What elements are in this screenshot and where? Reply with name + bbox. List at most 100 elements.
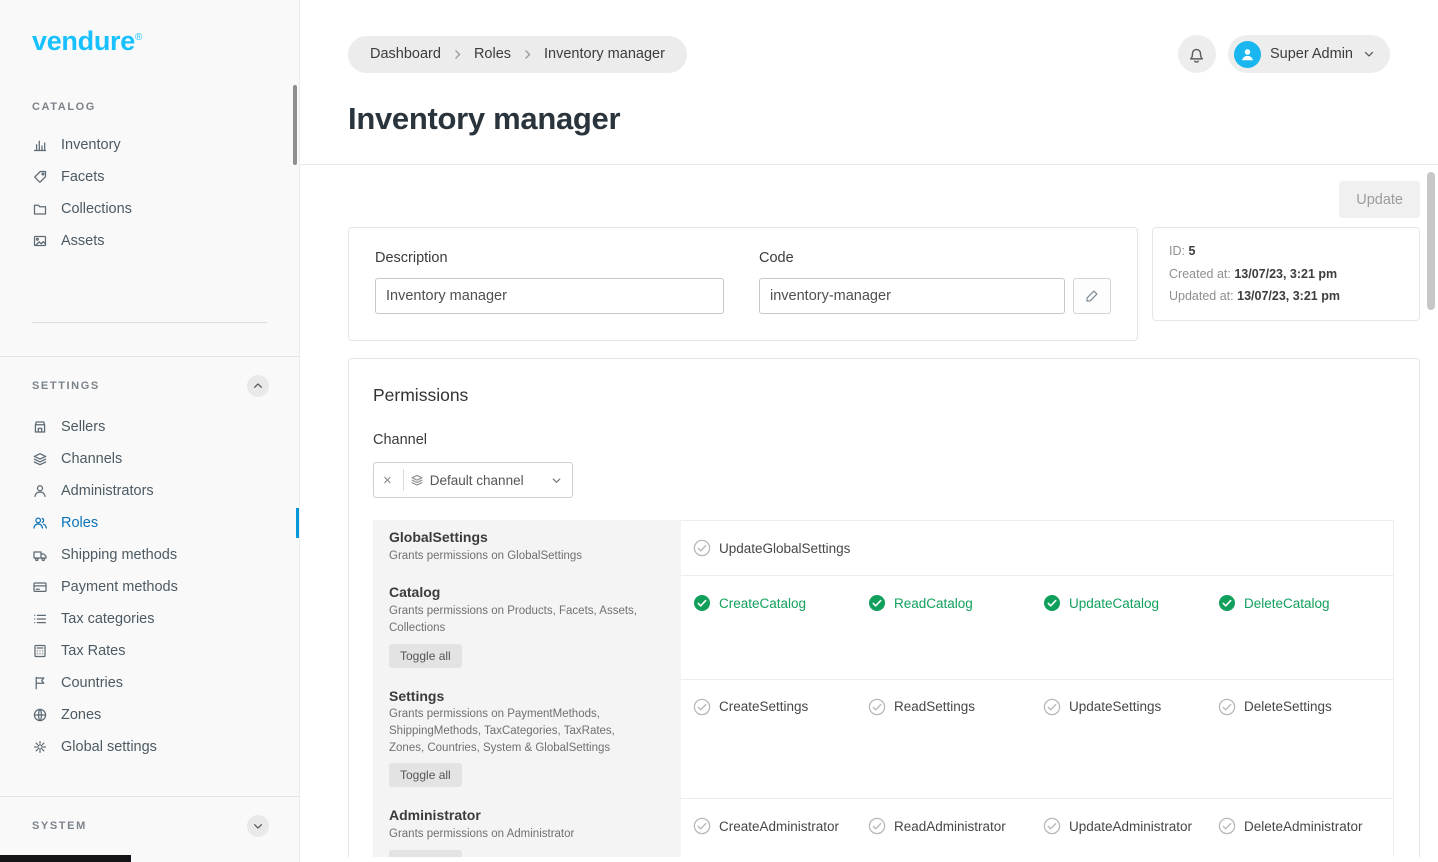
sidebar-item-payment-methods[interactable]: Payment methods [0,571,299,603]
administrators-icon [32,483,48,499]
permission-checkbox-updatesettings[interactable]: UpdateSettings [1043,695,1218,719]
sidebar-item-shipping-methods[interactable]: Shipping methods [0,539,299,571]
sidebar-item-label: Tax Rates [61,643,125,659]
sidebar-item-tax-categories[interactable]: Tax categories [0,603,299,635]
breadcrumb-item-dashboard[interactable]: Dashboard [370,46,441,62]
sidebar-item-tax-rates[interactable]: Tax Rates [0,635,299,667]
checkbox-checked-icon [1218,594,1236,612]
sidebar-item-global-settings[interactable]: Global settings [0,731,299,763]
sidebar-scrollbar-thumb[interactable] [293,85,297,165]
entity-id-line: ID: 5 [1169,240,1403,263]
permission-checkbox-readsettings[interactable]: ReadSettings [868,695,1043,719]
countries-icon [32,675,48,691]
sidebar-item-sellers[interactable]: Sellers [0,411,299,443]
roles-icon [32,515,48,531]
checkbox-unchecked-icon [693,698,711,716]
permissions-card: Permissions Channel × Default channel Gl… [348,358,1420,857]
toggle-all-button[interactable]: Toggle all [389,850,462,857]
sidebar-item-label: Inventory [61,137,121,153]
page-content: Update Description Code [300,165,1438,862]
permission-label: UpdateSettings [1069,699,1161,714]
code-input-row [759,278,1111,314]
sidebar-item-countries[interactable]: Countries [0,667,299,699]
sidebar-section-catalog: CATALOG Inventory Facets Collections Assets [0,57,299,257]
sidebar-item-channels[interactable]: Channels [0,443,299,475]
chevron-up-icon [252,380,264,392]
checkbox-unchecked-icon [1218,698,1236,716]
permission-checkbox-createadministrator[interactable]: CreateAdministrator [693,814,868,838]
created-value: 13/07/23, 3:21 pm [1234,267,1337,281]
permission-checkbox-deletecatalog[interactable]: DeleteCatalog [1218,591,1393,615]
role-detail-card: Description Code [348,227,1138,341]
section-collapse-button[interactable] [247,815,269,837]
sidebar-item-roles[interactable]: Roles [0,507,299,539]
permission-checkbox-updateadministrator[interactable]: UpdateAdministrator [1043,814,1218,838]
vendure-logo: vendure® [0,0,299,57]
description-input[interactable] [375,278,724,314]
permission-row-settings: SettingsGrants permissions on PaymentMet… [373,679,1393,799]
permission-checkbox-deleteadministrator[interactable]: DeleteAdministrator [1218,814,1393,838]
description-label: Description [375,250,724,266]
channel-label: Channel [373,432,1394,448]
sidebar-item-administrators[interactable]: Administrators [0,475,299,507]
permission-items: CreateSettingsReadSettings UpdateSettings… [681,679,1393,799]
permission-checkbox-updatecatalog[interactable]: UpdateCatalog [1043,591,1218,615]
permission-label: CreateCatalog [719,596,806,611]
code-input[interactable] [759,278,1065,314]
checkbox-unchecked-icon [1043,817,1061,835]
checkbox-unchecked-icon [693,817,711,835]
logo-mark: ® [135,32,142,43]
sidebar-item-inventory[interactable]: Inventory [0,129,299,161]
permission-checkbox-createsettings[interactable]: CreateSettings [693,695,868,719]
sidebar-section-settings: SETTINGSSellersChannelsAdministratorsRol… [0,356,299,763]
inventory-icon [32,137,48,153]
breadcrumb-item-roles[interactable]: Roles [474,46,511,62]
channel-select[interactable]: × Default channel [373,462,573,498]
sidebar-item-zones[interactable]: Zones [0,699,299,731]
permission-label: ReadCatalog [894,596,973,611]
checkbox-unchecked-icon [1043,698,1061,716]
channels-icon [32,451,48,467]
toggle-all-button[interactable]: Toggle all [389,644,462,668]
chip-divider [403,469,404,491]
sidebar-item-collections[interactable]: Collections [0,193,299,225]
user-menu-button[interactable]: Super Admin [1228,35,1390,73]
permission-group-info: AdministratorGrants permissions on Admin… [373,798,681,857]
permission-checkbox-updateglobalsettings[interactable]: UpdateGlobalSettings [693,536,868,560]
payment-methods-icon [32,579,48,595]
sidebar-item-label: Tax categories [61,611,155,627]
section-collapse-button[interactable] [247,375,269,397]
permission-checkbox-createcatalog[interactable]: CreateCatalog [693,591,868,615]
checkbox-checked-icon [693,594,711,612]
sidebar-item-label: Facets [61,169,105,185]
permission-group-name: Catalog [389,584,667,601]
permission-group-description: Grants permissions on Products, Facets, … [389,603,641,636]
code-field: Code [759,250,1111,314]
permission-label: DeleteCatalog [1244,596,1330,611]
sidebar-item-label: Collections [61,201,132,217]
update-button[interactable]: Update [1339,181,1420,218]
page-title: Inventory manager [348,101,1390,137]
sidebar-item-facets[interactable]: Facets [0,161,299,193]
channel-layers-icon [410,473,424,487]
permission-row-globalsettings: GlobalSettingsGrants permissions on Glob… [373,520,1393,575]
permission-group-description: Grants permissions on Administrator [389,826,641,843]
checkbox-unchecked-icon [693,539,711,557]
id-value: 5 [1188,244,1195,258]
permission-group-info: Catalog Grants permissions on Products, F… [373,575,681,678]
notifications-button[interactable] [1178,35,1216,73]
sidebar-section-heading-catalog: CATALOG [0,57,299,129]
page-scrollbar-thumb[interactable] [1427,172,1435,310]
toggle-all-button[interactable]: Toggle all [389,763,462,787]
permission-checkbox-readadministrator[interactable]: ReadAdministrator [868,814,1043,838]
updated-label: Updated at: [1169,289,1234,303]
permission-checkbox-readcatalog[interactable]: ReadCatalog [868,591,1043,615]
remove-channel-button[interactable]: × [378,472,397,489]
sidebar-item-label: Payment methods [61,579,178,595]
permission-checkbox-deletesettings[interactable]: DeleteSettings [1218,695,1393,719]
description-field: Description [375,250,724,314]
edit-code-button[interactable] [1073,278,1111,314]
sidebar-item-assets[interactable]: Assets [0,225,299,257]
entity-updated-line: Updated at: 13/07/23, 3:21 pm [1169,285,1403,308]
assets-icon [32,233,48,249]
